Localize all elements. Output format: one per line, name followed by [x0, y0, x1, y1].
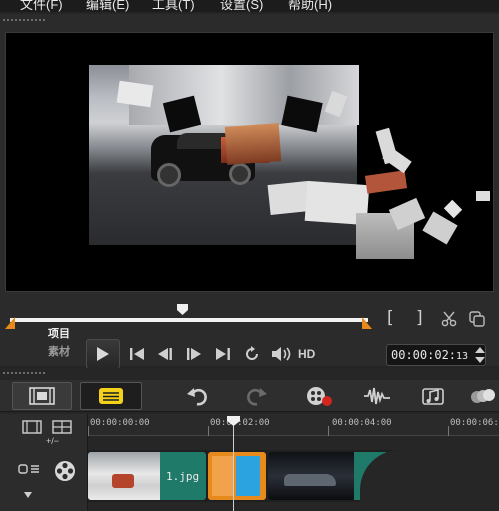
hd-toggle[interactable]: HD: [298, 347, 315, 361]
volume-icon[interactable]: [270, 344, 294, 364]
ruler-label: 00:00:00:00: [90, 418, 150, 428]
copy-frame-icon[interactable]: [468, 310, 486, 328]
mark-in-button[interactable]: [: [387, 308, 394, 328]
undo-icon[interactable]: [184, 382, 210, 410]
track-empty-area: [360, 450, 499, 510]
repeat-icon[interactable]: [242, 344, 262, 364]
clip-thumbnail: [268, 452, 354, 500]
menu-tools[interactable]: 工具(T): [152, 0, 195, 12]
zoom-control[interactable]: +/−: [46, 436, 59, 446]
ruler-tick: [88, 426, 89, 436]
timeline-playhead[interactable]: [233, 418, 234, 511]
ruler-label: 00:00:04:00: [332, 418, 392, 428]
timeline-toolbar: [0, 380, 499, 412]
previous-frame-button[interactable]: [155, 345, 175, 363]
track-manager-icon[interactable]: [22, 420, 42, 434]
next-frame-button[interactable]: [184, 345, 204, 363]
video-editor-window: 文件(F) 编辑(E) 工具(T) 设置(S) 帮助(H) [] 项目 素材 …: [0, 0, 499, 511]
ruler-tick: [448, 426, 449, 436]
clip-label: 1.jpg: [166, 470, 200, 483]
track-header: +/−: [0, 414, 88, 511]
mode-project[interactable]: 项目: [48, 325, 70, 341]
timecode-stepper[interactable]: [474, 345, 486, 365]
mark-out-button[interactable]: ]: [416, 308, 423, 328]
trim-in-marker[interactable]: [3, 316, 15, 330]
video-track-icon: [52, 458, 78, 484]
storyboard-view-button[interactable]: [12, 382, 72, 410]
track-expand-icon[interactable]: [22, 490, 34, 500]
timecode-value: 00:00:02:: [391, 348, 457, 362]
menu-edit[interactable]: 编辑(E): [86, 0, 129, 12]
timeline-view-button[interactable]: [80, 382, 142, 410]
go-to-end-button[interactable]: [213, 345, 233, 363]
more-icon[interactable]: [468, 382, 498, 410]
play-button[interactable]: [86, 339, 120, 369]
mode-clip[interactable]: 素材: [48, 343, 70, 359]
preview-panel: [ ] 项目 素材 HD 00:00:02:13: [0, 14, 499, 369]
timeline-panel: +/− 00:00:00:00 00:00:02:00 00:00:04:00 …: [0, 368, 499, 511]
video-track[interactable]: 1.jpg: [88, 450, 499, 510]
go-to-start-button[interactable]: [127, 345, 147, 363]
ruler-tick: [208, 426, 209, 436]
clip-transition[interactable]: [208, 452, 266, 500]
playhead-handle[interactable]: [227, 416, 240, 426]
menu-help[interactable]: 帮助(H): [288, 0, 332, 12]
transition-thumb: [236, 456, 260, 496]
time-ruler[interactable]: 00:00:00:00 00:00:02:00 00:00:04:00 00:0…: [88, 414, 499, 436]
chapter-icon[interactable]: [52, 420, 72, 434]
transition-thumb: [212, 456, 234, 496]
clip-thumbnail: [88, 452, 160, 500]
audio-wave-icon[interactable]: [362, 382, 392, 410]
timecode-display[interactable]: 00:00:02:13: [386, 344, 486, 366]
scissors-icon[interactable]: [440, 310, 458, 328]
record-icon[interactable]: [304, 382, 334, 410]
trim-out-marker[interactable]: [362, 316, 374, 330]
timecode-frames: 13: [456, 351, 469, 362]
menu-settings[interactable]: 设置(S): [220, 0, 263, 12]
clip-photo-car-snow[interactable]: 1.jpg: [88, 452, 206, 500]
redo-icon[interactable]: [244, 382, 270, 410]
ruler-label: 00:00:06:00: [450, 418, 499, 428]
scrubber-handle[interactable]: [176, 304, 189, 315]
play-icon: [97, 347, 109, 361]
panel-grip[interactable]: [2, 18, 46, 22]
menu-bar: 文件(F) 编辑(E) 工具(T) 设置(S) 帮助(H): [0, 0, 499, 12]
score-icon[interactable]: [420, 382, 448, 410]
menu-file[interactable]: 文件(F): [20, 0, 63, 12]
preview-viewer: [5, 32, 494, 292]
film-strip-icon: [29, 387, 55, 405]
chain-icon[interactable]: [18, 462, 40, 476]
scrubber-track[interactable]: [10, 318, 368, 322]
timeline-grip[interactable]: [2, 371, 46, 375]
ruler-tick: [328, 426, 329, 436]
timeline-view-icon: [99, 388, 123, 404]
